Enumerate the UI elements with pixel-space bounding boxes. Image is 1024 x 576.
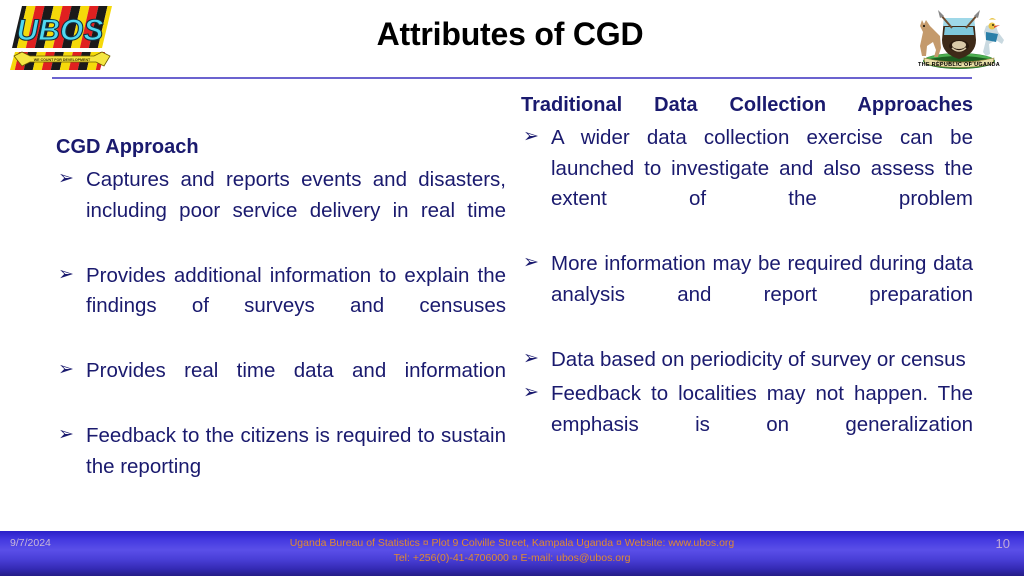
coat-of-arms-caption: THE REPUBLIC OF UGANDA (917, 62, 1001, 68)
bullet-item: ➢ Data based on periodicity of survey or… (521, 345, 973, 376)
ubos-logo: UBOS WE COUNT FOR DEVELOPMENT (8, 4, 116, 72)
column-heading-traditional-approaches: Traditional Data Collection Approaches (521, 94, 973, 116)
ubos-logo-text: UBOS (17, 14, 104, 47)
bullet-text: More information may be required during … (551, 252, 973, 306)
header-divider (52, 77, 972, 79)
bullet-text: Feedback to the citizens is required to … (86, 424, 506, 478)
slide-number: 10 (995, 536, 1010, 551)
arrow-bullet-icon: ➢ (58, 168, 74, 189)
slide-header: UBOS WE COUNT FOR DEVELOPMENT Attributes… (0, 0, 1024, 80)
bullet-list-traditional-approaches: ➢ A wider data collection exercise can b… (521, 123, 973, 471)
footer-date: 9/7/2024 (10, 537, 51, 549)
column-heading-cgd-approach: CGD Approach (56, 136, 199, 158)
bullet-text: Captures and reports events and disaster… (86, 168, 506, 222)
bullet-item: ➢ A wider data collection exercise can b… (521, 123, 973, 245)
bullet-item: ➢ Provides real time data and informatio… (56, 356, 506, 417)
column-traditional-approaches: Traditional Data Collection Approaches ➢… (521, 92, 973, 471)
column-cgd-approach: CGD Approach ➢ Captures and reports even… (56, 92, 506, 482)
bullet-item: ➢ Feedback to localities may not happen.… (521, 379, 973, 471)
arrow-bullet-icon: ➢ (58, 263, 74, 285)
footer-address-line: Uganda Bureau of Statistics ¤ Plot 9 Col… (289, 537, 735, 549)
slide: UBOS WE COUNT FOR DEVELOPMENT Attributes… (0, 0, 1024, 576)
arrow-bullet-icon: ➢ (58, 424, 74, 446)
page-title: Attributes of CGD (376, 16, 644, 52)
bullet-text: A wider data collection exercise can be … (551, 126, 973, 211)
footer-contact-line: Tel: +256(0)-41-4706000 ¤ E-mail: ubos@u… (393, 552, 631, 565)
arrow-bullet-icon: ➢ (523, 382, 539, 404)
arrow-bullet-icon: ➢ (523, 347, 539, 369)
bullet-text: Data based on periodicity of survey or c… (551, 347, 966, 371)
ubos-ribbon-text: WE COUNT FOR DEVELOPMENT (34, 58, 91, 62)
arrow-bullet-icon: ➢ (523, 252, 539, 274)
bullet-item: ➢ Provides additional information to exp… (56, 261, 506, 353)
arrow-bullet-icon: ➢ (523, 126, 539, 147)
arrow-bullet-icon: ➢ (58, 359, 74, 381)
bullet-item: ➢ More information may be required durin… (521, 249, 973, 341)
bullet-item: ➢ Feedback to the citizens is required t… (56, 421, 506, 482)
bullet-text: Provides real time data and information (86, 359, 506, 383)
bullet-text: Feedback to localities may not happen. T… (551, 382, 973, 436)
slide-footer: 9/7/2024 Uganda Bureau of Statistics ¤ P… (0, 531, 1024, 576)
bullet-text: Provides additional information to expla… (86, 263, 506, 318)
footer-contact-info: Uganda Bureau of Statistics ¤ Plot 9 Col… (212, 536, 812, 566)
bullet-item: ➢ Captures and reports events and disast… (56, 165, 506, 257)
bullet-list-cgd-approach: ➢ Captures and reports events and disast… (56, 165, 506, 482)
